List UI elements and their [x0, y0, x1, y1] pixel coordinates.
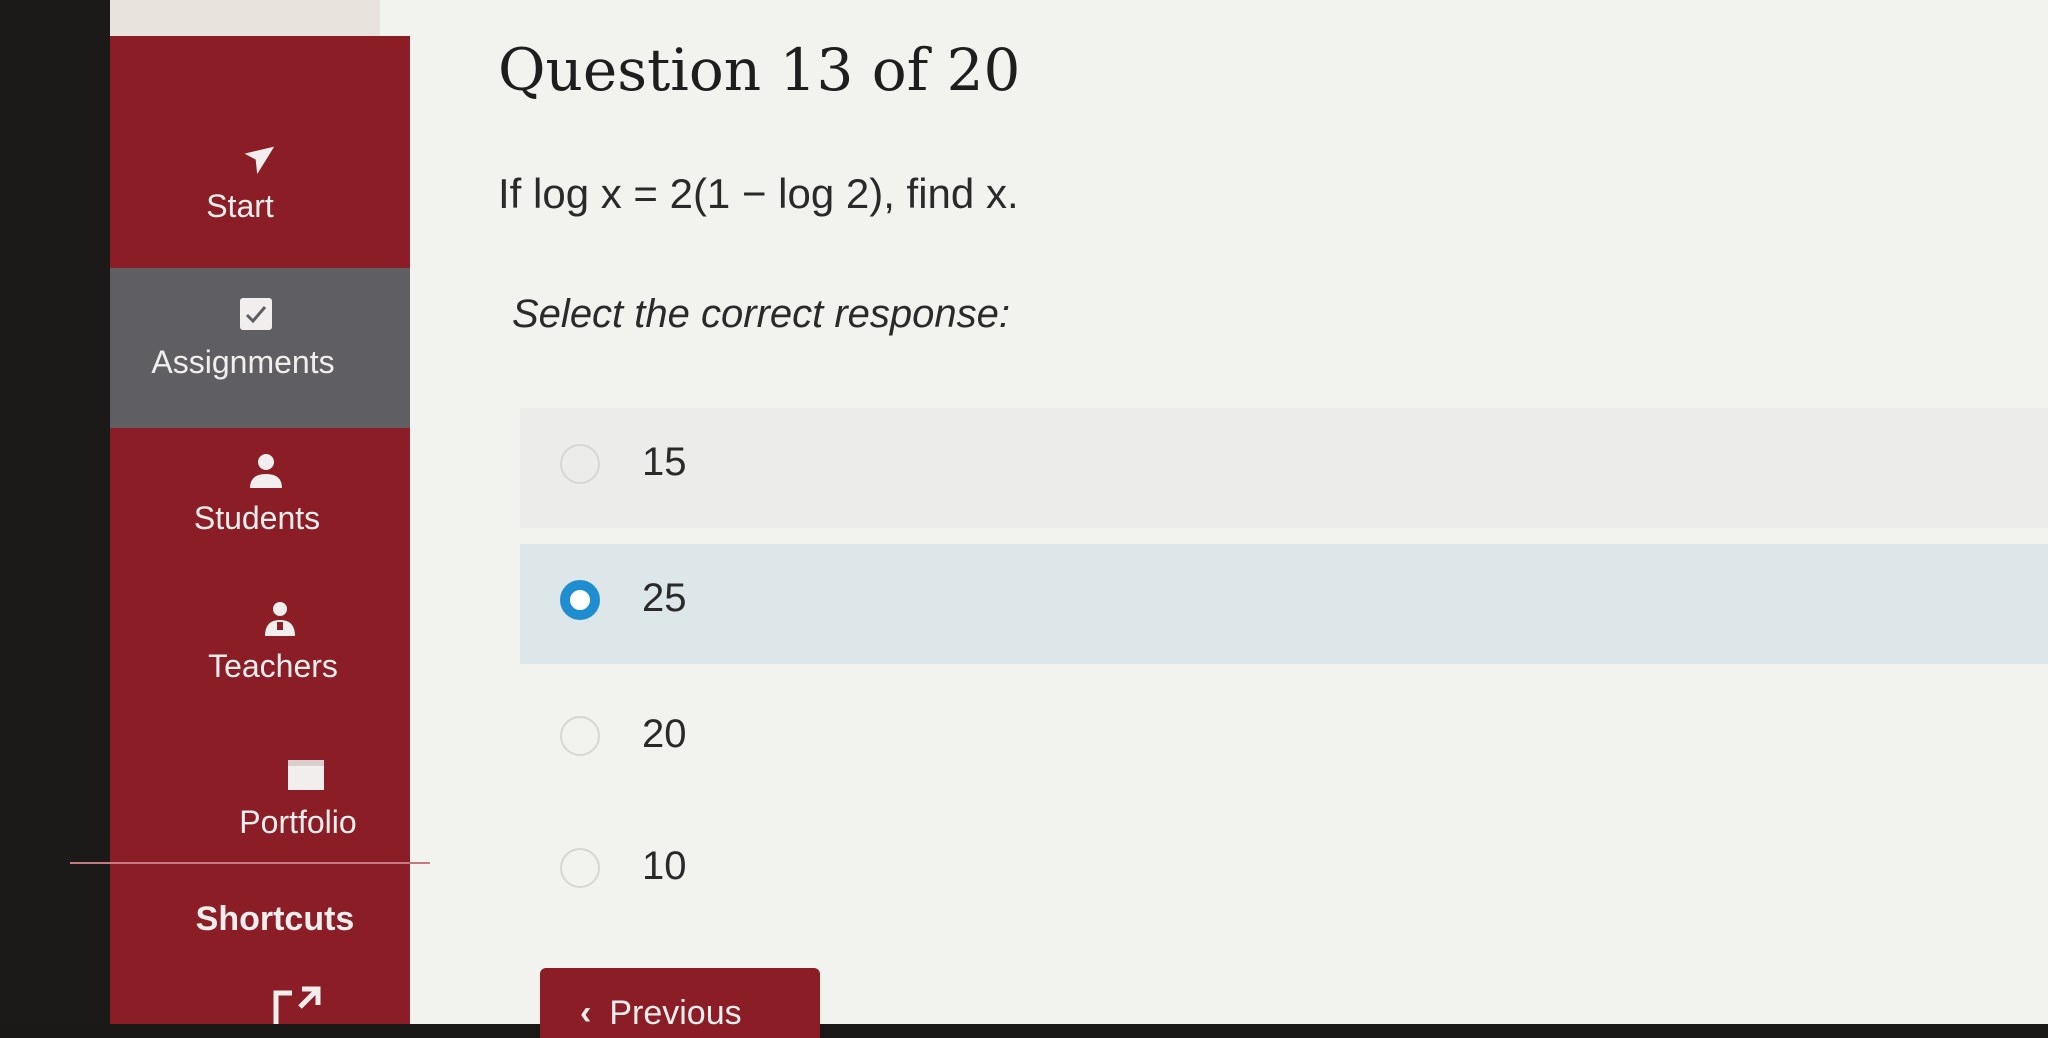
sidebar-item-label: Start [206, 188, 274, 224]
sidebar-item-assignments[interactable]: Assignments [110, 268, 410, 428]
teacher-icon [265, 602, 295, 636]
external-link-icon[interactable] [270, 985, 326, 1024]
top-strip [110, 0, 380, 36]
page-title: Question 13 of 20 [498, 36, 1021, 104]
sidebar: Start Assignments Students Teachers Port… [110, 36, 410, 1024]
answer-option[interactable]: 20 [520, 680, 2048, 800]
sidebar-divider [70, 862, 430, 864]
answer-option[interactable]: 15 [520, 408, 2048, 528]
response-prompt: Select the correct response: [512, 292, 1011, 336]
answer-option-label: 15 [642, 440, 687, 484]
question-text: If log x = 2(1 − log 2), find x. [498, 170, 1019, 217]
previous-button-label: Previous [609, 994, 742, 1032]
radio-button[interactable] [560, 444, 600, 484]
radio-button[interactable] [560, 716, 600, 756]
student-icon [250, 454, 282, 488]
answer-option-label: 25 [642, 576, 687, 620]
radio-button[interactable] [560, 848, 600, 888]
radio-button-selected[interactable] [560, 580, 600, 620]
sidebar-item-label: Portfolio [239, 804, 357, 840]
shortcuts-heading: Shortcuts [195, 900, 355, 938]
sidebar-item-label: Teachers [208, 648, 338, 684]
answer-option-label: 10 [642, 844, 687, 888]
folder-icon [288, 760, 324, 790]
sidebar-item-label: Assignments [151, 344, 335, 380]
answer-option-label: 20 [642, 712, 687, 756]
chevron-left-icon: ‹ [580, 994, 592, 1032]
sidebar-item-label: Students [193, 500, 321, 536]
answer-option-selected[interactable]: 25 [520, 544, 2048, 664]
answer-option[interactable]: 10 [520, 812, 2048, 932]
sidebar-item-start[interactable]: Start [110, 92, 410, 272]
checklist-icon [240, 298, 272, 330]
previous-button[interactable]: ‹ Previous [540, 968, 820, 1038]
sidebar-item-teachers[interactable]: Teachers [110, 584, 410, 724]
sidebar-item-students[interactable]: Students [110, 436, 410, 576]
navigation-arrow-icon [244, 146, 275, 175]
